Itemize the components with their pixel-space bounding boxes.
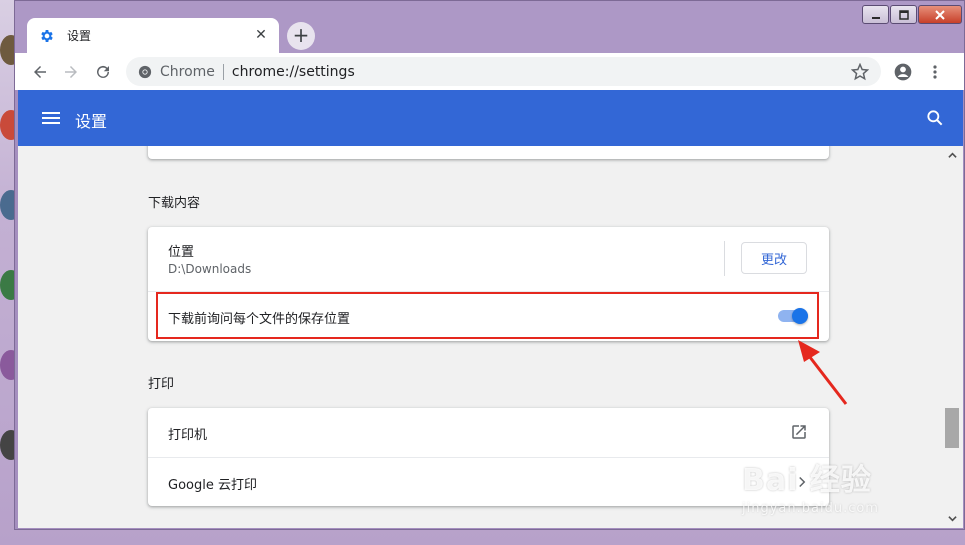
close-icon xyxy=(935,9,945,20)
change-location-button[interactable]: 更改 xyxy=(741,242,807,274)
row-separator xyxy=(724,241,725,276)
maximize-button[interactable] xyxy=(890,5,917,24)
downloads-card: 位置 D:\Downloads 更改 下载前询问每个文件的保存位置 xyxy=(148,227,829,341)
ask-before-download-label: 下载前询问每个文件的保存位置 xyxy=(168,312,351,327)
download-location-row: 位置 D:\Downloads 更改 xyxy=(148,227,829,291)
browser-window: 设置 ✕ + Chrome chrome://settings 设置 下载内容 … xyxy=(14,0,965,530)
close-window-button[interactable] xyxy=(918,5,962,24)
location-label: 位置 xyxy=(168,245,195,260)
site-label: Chrome xyxy=(160,63,215,80)
printers-label: 打印机 xyxy=(168,428,208,443)
address-bar[interactable]: Chrome chrome://settings xyxy=(126,57,881,86)
maximize-icon xyxy=(898,9,909,20)
address-divider xyxy=(222,63,224,80)
tab-close-icon[interactable]: ✕ xyxy=(253,27,269,43)
tab-title: 设置 xyxy=(67,29,92,43)
scrollbar[interactable] xyxy=(942,146,963,528)
scroll-down-icon[interactable] xyxy=(948,514,957,523)
page-title: 设置 xyxy=(75,112,108,131)
window-controls xyxy=(862,5,962,24)
back-button[interactable] xyxy=(27,59,53,85)
downloads-section-title: 下载内容 xyxy=(148,196,201,211)
cloud-print-row[interactable]: Google 云打印 xyxy=(148,458,829,506)
minimize-button[interactable] xyxy=(862,5,889,24)
chevron-right-icon xyxy=(799,476,806,488)
scroll-up-icon[interactable] xyxy=(948,151,957,160)
star-icon[interactable] xyxy=(851,63,869,81)
account-icon xyxy=(894,63,912,81)
ask-before-download-row[interactable]: 下载前询问每个文件的保存位置 xyxy=(148,292,829,341)
settings-header: 设置 xyxy=(18,90,963,146)
forward-button[interactable] xyxy=(58,59,84,85)
cloud-print-label: Google 云打印 xyxy=(168,478,257,493)
arrow-right-icon xyxy=(65,66,77,78)
new-tab-button[interactable]: + xyxy=(287,22,315,50)
gear-icon xyxy=(41,29,53,42)
url-text[interactable]: chrome://settings xyxy=(232,64,355,80)
open-in-new-icon[interactable] xyxy=(790,423,808,441)
minimize-icon xyxy=(871,16,880,19)
hamburger-menu-icon[interactable] xyxy=(42,109,60,127)
printers-row[interactable]: 打印机 xyxy=(148,408,829,457)
search-icon[interactable] xyxy=(925,108,945,128)
reload-button[interactable] xyxy=(90,59,116,85)
reload-icon xyxy=(97,65,109,78)
arrow-left-icon xyxy=(34,66,46,78)
previous-section-card xyxy=(148,146,829,159)
chrome-icon xyxy=(138,65,152,78)
profile-button[interactable] xyxy=(890,59,916,85)
annotation-arrow-icon xyxy=(798,340,848,405)
toggle-knob xyxy=(792,308,808,324)
printing-section-title: 打印 xyxy=(148,377,175,392)
more-vertical-icon xyxy=(933,65,937,79)
menu-button[interactable] xyxy=(922,59,948,85)
title-bar: 设置 ✕ + xyxy=(15,1,964,53)
ask-before-download-toggle[interactable] xyxy=(776,306,810,326)
printing-card: 打印机 Google 云打印 xyxy=(148,408,829,506)
browser-toolbar: Chrome chrome://settings xyxy=(15,53,964,90)
location-value: D:\Downloads xyxy=(168,262,252,276)
tab-settings[interactable]: 设置 ✕ xyxy=(27,18,279,53)
scrollbar-thumb[interactable] xyxy=(945,408,959,448)
